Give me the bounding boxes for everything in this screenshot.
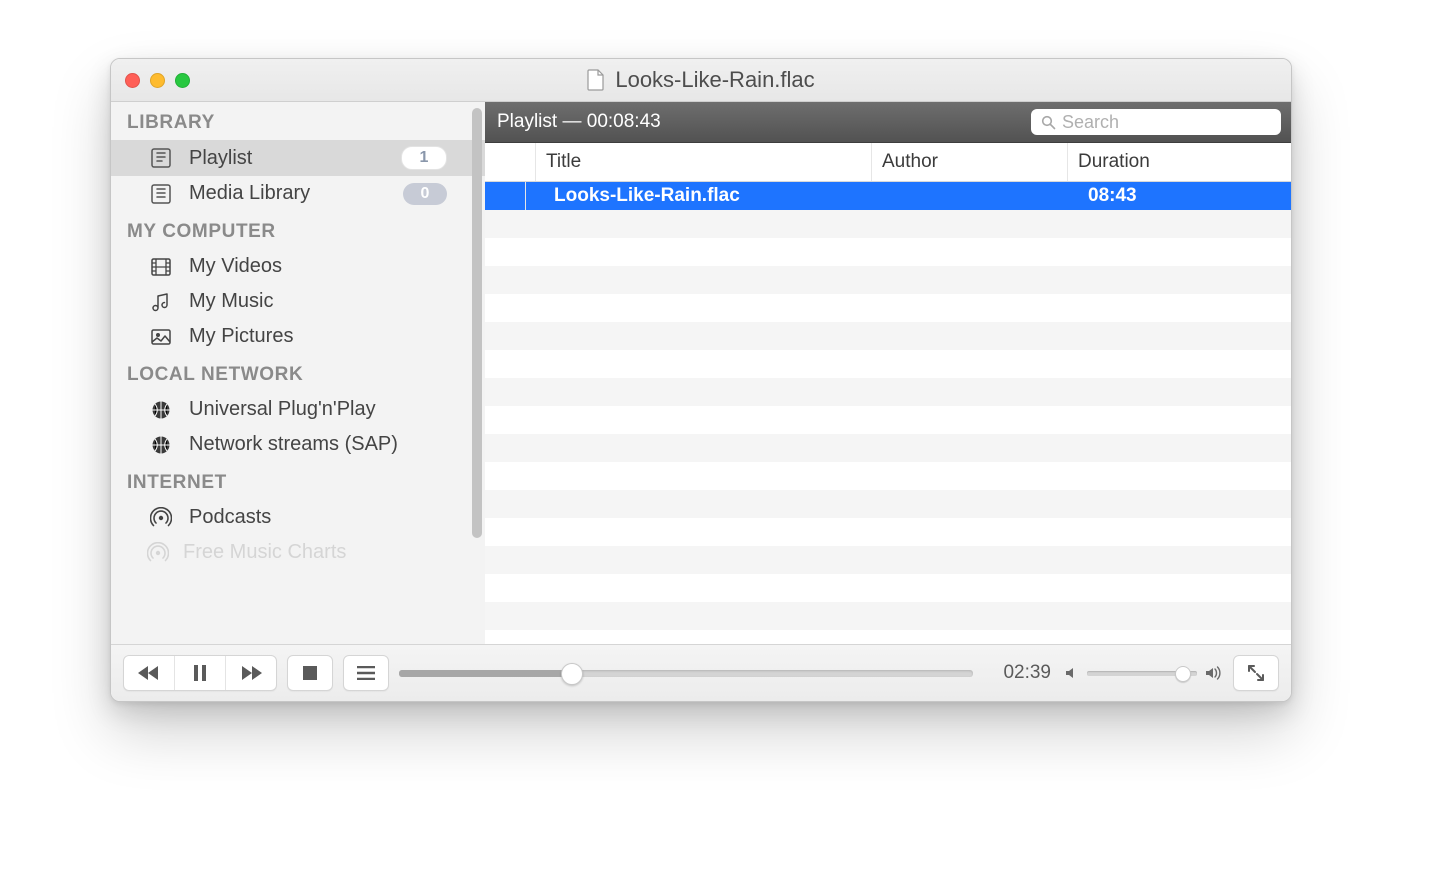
playlist-header-sep: — (557, 111, 587, 132)
podcast-icon (147, 542, 169, 564)
window-title: Looks-Like-Rain.flac (615, 67, 814, 93)
playlist-total-duration: 00:08:43 (587, 111, 661, 132)
stop-button[interactable] (288, 656, 332, 690)
sidebar-item-label: Universal Plug'n'Play (189, 398, 376, 421)
library-icon (147, 183, 175, 205)
stop-button-group (287, 655, 333, 691)
window-controls (111, 73, 190, 88)
sidebar-item-sap[interactable]: Network streams (SAP) (111, 427, 485, 462)
sidebar: LIBRARY Playlist 1 Media Library 0 MY CO… (111, 102, 485, 644)
column-play-indicator[interactable] (485, 143, 536, 181)
sidebar-item-label: My Music (189, 290, 273, 313)
sidebar-item-label: Playlist (189, 147, 252, 170)
table-body: Looks-Like-Rain.flac 08:43 (485, 182, 1291, 644)
section-header-local-network: LOCAL NETWORK (111, 354, 485, 392)
search-icon (1041, 115, 1056, 130)
table-row[interactable]: Looks-Like-Rain.flac 08:43 (485, 182, 1291, 210)
volume-low-icon (1065, 666, 1079, 680)
sidebar-item-label: My Pictures (189, 325, 293, 348)
close-window-button[interactable] (125, 73, 140, 88)
playlist-header-prefix: Playlist (497, 111, 557, 132)
column-pad (1263, 143, 1291, 181)
globe-icon (147, 399, 175, 421)
pause-button[interactable] (174, 656, 225, 690)
picture-icon (147, 326, 175, 348)
zoom-window-button[interactable] (175, 73, 190, 88)
sidebar-item-free-music-charts[interactable]: Free Music Charts (111, 535, 485, 564)
app-window: Looks-Like-Rain.flac LIBRARY Playlist 1 … (110, 58, 1292, 702)
cell-title: Looks-Like-Rain.flac (526, 182, 893, 210)
document-icon (587, 69, 605, 91)
sidebar-item-my-videos[interactable]: My Videos (111, 249, 485, 284)
volume-control (1065, 666, 1223, 680)
transport-buttons (123, 655, 277, 691)
playlist-icon (147, 147, 175, 169)
section-header-internet: INTERNET (111, 462, 485, 500)
playlist-header-bar: Playlist — 00:08:43 Search (485, 102, 1291, 143)
minimize-window-button[interactable] (150, 73, 165, 88)
sidebar-item-label: My Videos (189, 255, 282, 278)
sidebar-scrollbar[interactable] (472, 108, 482, 538)
search-placeholder: Search (1062, 112, 1119, 133)
globe-icon (147, 434, 175, 456)
fullscreen-button-group (1233, 655, 1279, 691)
elapsed-time: 02:39 (983, 662, 1055, 684)
playlist-toggle-button[interactable] (344, 656, 388, 690)
table-header: Title Author Duration (485, 143, 1291, 182)
playlist-toggle-group (343, 655, 389, 691)
sidebar-item-label: Free Music Charts (183, 541, 346, 564)
seek-thumb[interactable] (561, 663, 583, 685)
sidebar-item-my-pictures[interactable]: My Pictures (111, 319, 485, 354)
cell-author (893, 182, 1078, 210)
playlist-count-badge: 1 (401, 146, 447, 170)
sidebar-item-my-music[interactable]: My Music (111, 284, 485, 319)
seek-fill (399, 670, 571, 677)
podcast-icon (147, 507, 175, 529)
column-header-author[interactable]: Author (872, 143, 1068, 181)
media-library-count-badge: 0 (403, 183, 447, 205)
volume-slider[interactable] (1087, 671, 1197, 676)
player-controls: 02:39 (111, 645, 1291, 701)
sidebar-item-media-library[interactable]: Media Library 0 (111, 176, 485, 211)
sidebar-item-upnp[interactable]: Universal Plug'n'Play (111, 392, 485, 427)
playlist-panel: Playlist — 00:08:43 Search Title Author … (485, 102, 1291, 644)
film-icon (147, 256, 175, 278)
seek-slider[interactable] (399, 664, 973, 682)
title-bar: Looks-Like-Rain.flac (111, 59, 1291, 102)
fullscreen-button[interactable] (1234, 656, 1278, 690)
section-header-my-computer: MY COMPUTER (111, 211, 485, 249)
sidebar-item-podcasts[interactable]: Podcasts (111, 500, 485, 535)
next-button[interactable] (225, 656, 276, 690)
music-icon (147, 291, 175, 313)
column-header-title[interactable]: Title (536, 143, 872, 181)
column-header-duration[interactable]: Duration (1068, 143, 1263, 181)
sidebar-item-label: Podcasts (189, 506, 271, 529)
volume-high-icon (1205, 666, 1223, 680)
previous-button[interactable] (124, 656, 174, 690)
cell-duration: 08:43 (1078, 182, 1273, 210)
sidebar-item-playlist[interactable]: Playlist 1 (111, 140, 485, 176)
section-header-library: LIBRARY (111, 102, 485, 140)
volume-thumb[interactable] (1175, 666, 1191, 682)
sidebar-item-label: Media Library (189, 182, 310, 205)
sidebar-item-label: Network streams (SAP) (189, 433, 398, 456)
search-input[interactable]: Search (1031, 109, 1281, 135)
